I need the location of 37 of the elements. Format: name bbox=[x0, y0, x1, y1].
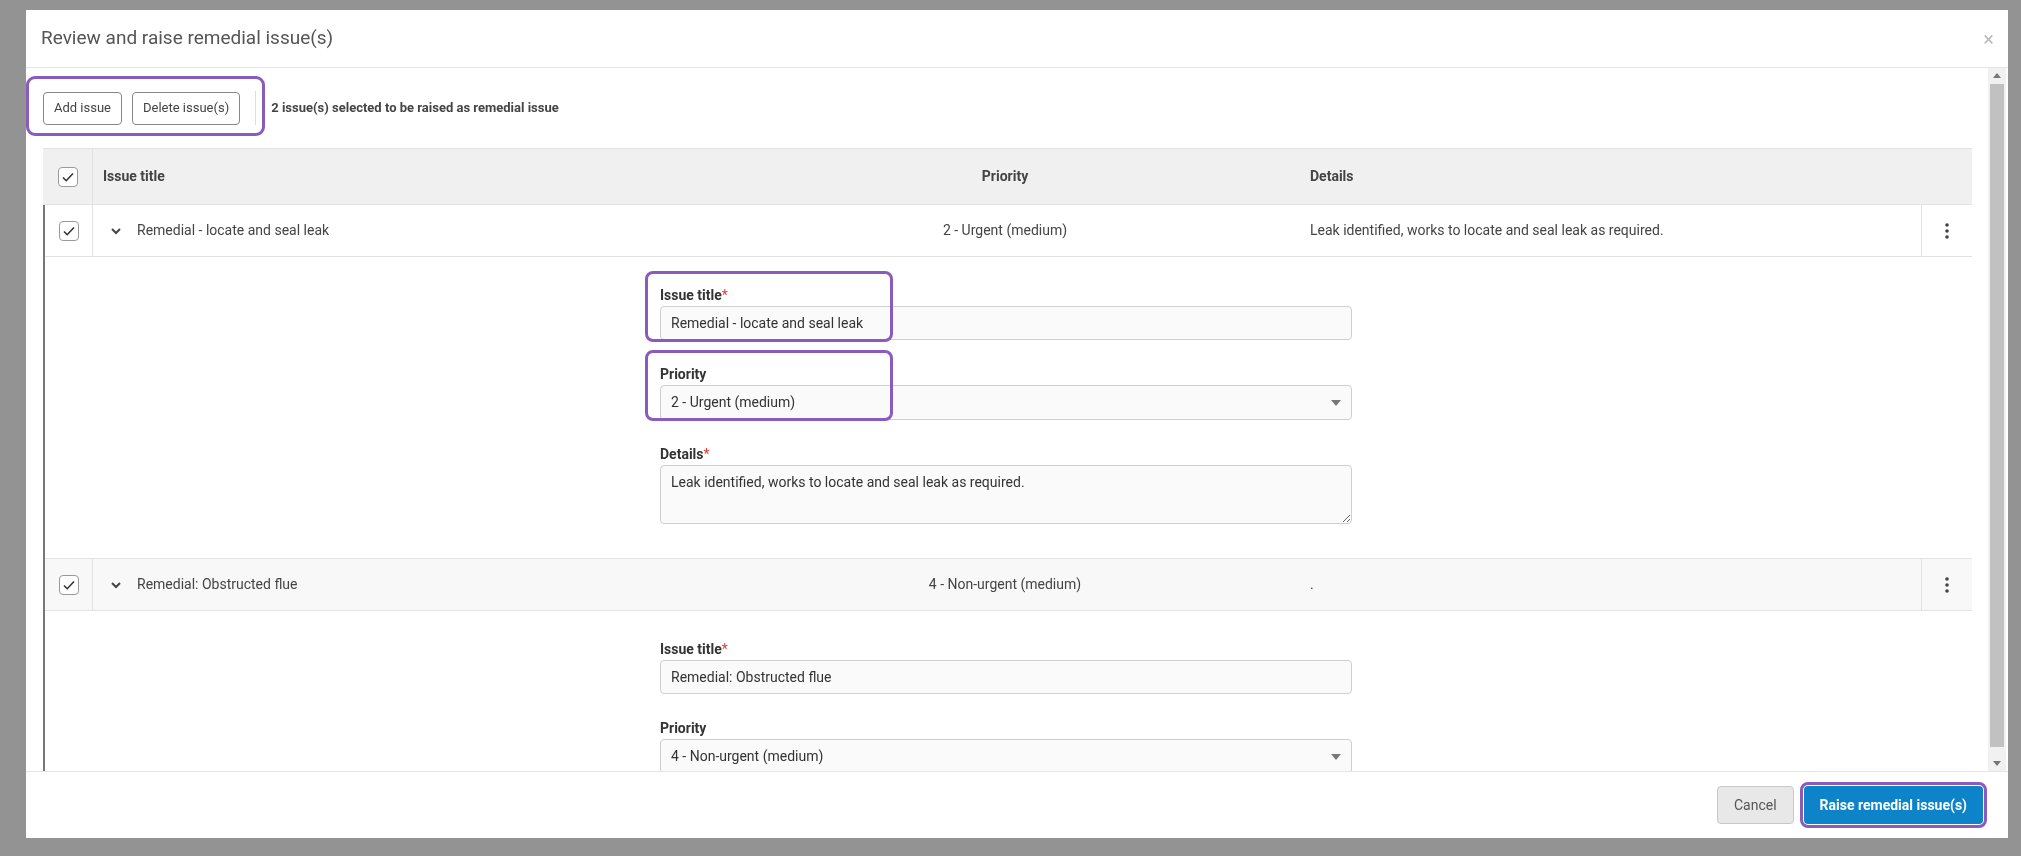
text-field[interactable]: Remedial: Obstructed flue bbox=[660, 660, 1352, 694]
dialog-title: Review and raise remedial issue(s) bbox=[41, 25, 334, 52]
table-cell-text: . bbox=[1310, 575, 1314, 594]
scrollbar[interactable] bbox=[1988, 68, 2006, 771]
column-header: Details bbox=[1310, 167, 1354, 186]
toolbar-button[interactable]: Add issue bbox=[43, 91, 122, 125]
select-field[interactable]: 2 - Urgent (medium) bbox=[660, 385, 1352, 420]
checkbox[interactable] bbox=[58, 574, 79, 595]
field-label: Details bbox=[660, 444, 704, 464]
text-field[interactable]: Remedial - locate and seal leak bbox=[660, 306, 1352, 340]
table-row[interactable]: Remedial: Obstructed flue 4 - Non-urgent (medium) . bbox=[45, 559, 1972, 611]
cancel-button[interactable]: Cancel bbox=[1716, 786, 1794, 824]
field-label: Issue title bbox=[660, 285, 722, 305]
more-options-icon[interactable] bbox=[1945, 576, 1949, 593]
table-row[interactable]: Remedial - locate and seal leak 2 - Urgent (medium) Leak identified, works to locate and seal leak as required. bbox=[45, 205, 1972, 257]
required-asterisk: * bbox=[703, 444, 710, 464]
select-field[interactable]: 4 - Non-urgent (medium) bbox=[660, 739, 1352, 771]
column-header: Priority bbox=[981, 167, 1029, 186]
table-cell-text: 2 - Urgent (medium) bbox=[942, 221, 1068, 241]
dropdown-caret-icon bbox=[1331, 399, 1341, 406]
field-label: Issue title bbox=[660, 639, 722, 659]
table-cell-text: Leak identified, works to locate and seal leak as required. bbox=[1310, 221, 1664, 240]
column-header: Issue title bbox=[103, 167, 165, 186]
more-options-icon[interactable] bbox=[1945, 222, 1949, 239]
checkbox[interactable] bbox=[57, 166, 78, 187]
checkbox[interactable] bbox=[58, 220, 79, 241]
required-asterisk: * bbox=[721, 285, 728, 305]
dropdown-caret-icon bbox=[1331, 753, 1341, 760]
table-cell-text: Remedial: Obstructed flue bbox=[137, 575, 298, 594]
field-label: Priority bbox=[660, 718, 707, 738]
table-cell-text: Remedial - locate and seal leak bbox=[137, 221, 330, 240]
required-asterisk: * bbox=[721, 639, 728, 659]
toolbar-button[interactable]: Delete issue(s) bbox=[132, 91, 241, 125]
table-cell-text: 4 - Non-urgent (medium) bbox=[928, 575, 1082, 595]
selection-note: 2 issue(s) selected to be raised as remedial issue bbox=[271, 99, 559, 118]
field-label: Priority bbox=[660, 364, 707, 384]
details-textarea[interactable]: Leak identified, works to locate and seal leak as required. bbox=[660, 465, 1352, 524]
